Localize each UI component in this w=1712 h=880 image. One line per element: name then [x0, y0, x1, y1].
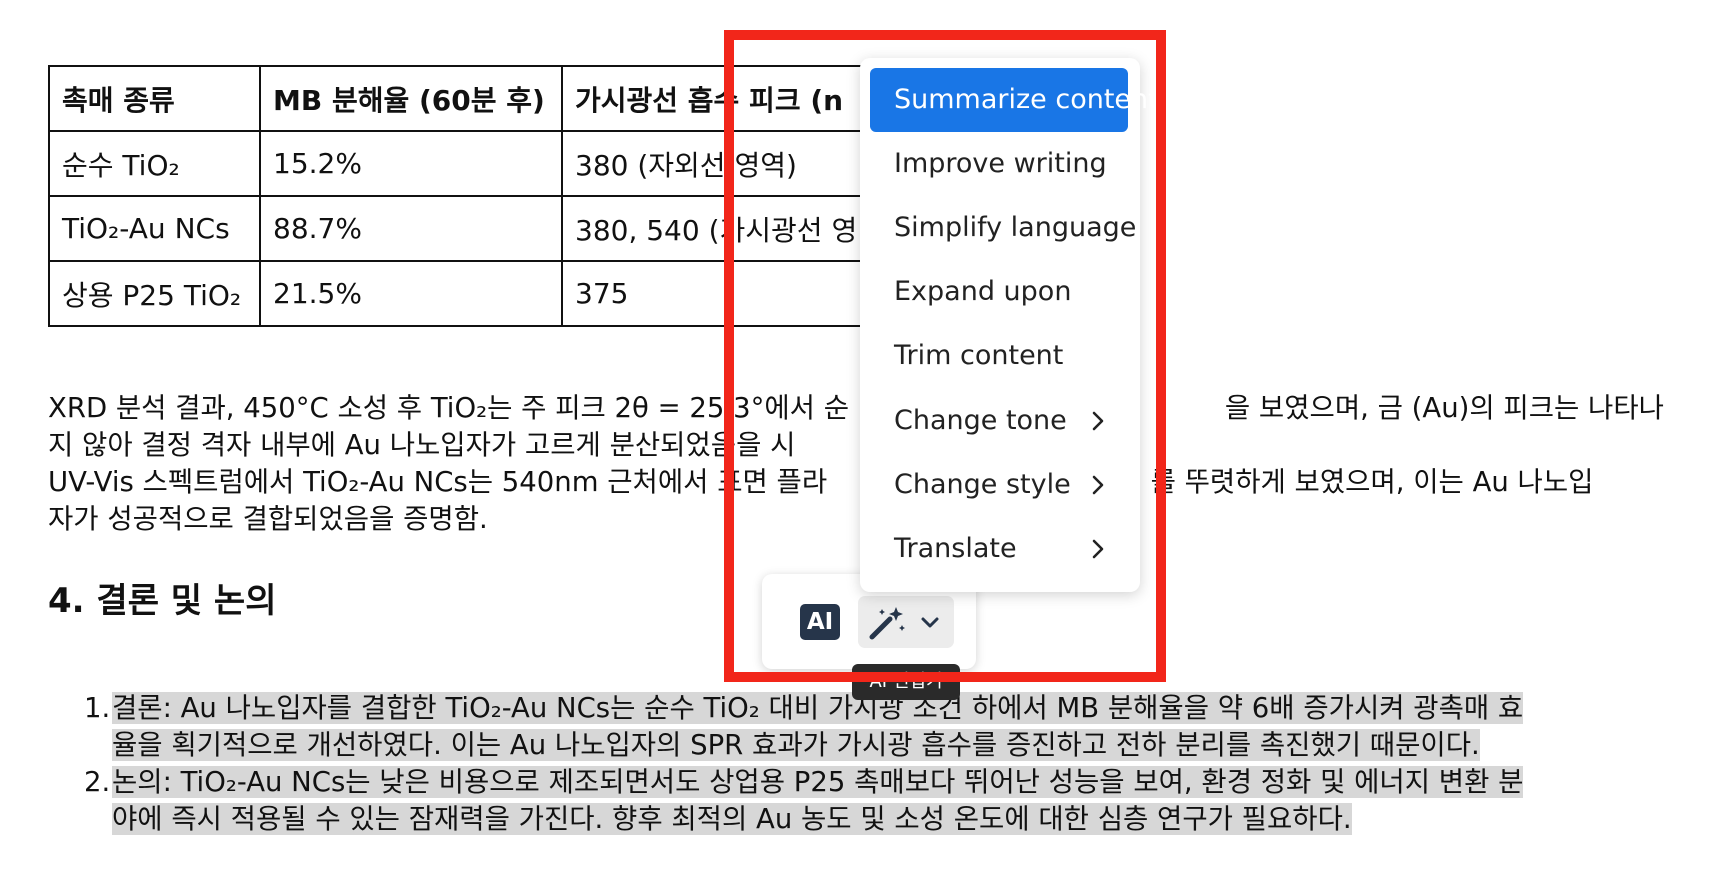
- chevron-right-icon: [1092, 539, 1104, 559]
- table-row: 상용 P25 TiO₂ 21.5% 375: [48, 260, 939, 327]
- results-table: 촉매 종류 MB 분해율 (60분 후) 가시광선 흡수 피크 (n 순수 Ti…: [48, 65, 939, 327]
- menu-item-label: Change tone: [894, 405, 1067, 436]
- menu-item-expand-upon[interactable]: Expand upon: [870, 260, 1128, 324]
- menu-item-change-tone[interactable]: Change tone: [870, 389, 1128, 453]
- magic-wand-icon: [869, 607, 905, 640]
- table-cell: TiO₂-Au NCs: [48, 195, 261, 262]
- menu-item-change-style[interactable]: Change style: [870, 453, 1128, 517]
- menu-item-label: Expand upon: [894, 276, 1072, 307]
- table-cell: 순수 TiO₂: [48, 130, 261, 197]
- table-header-cell: 촉매 종류: [48, 65, 261, 132]
- table-row: 순수 TiO₂ 15.2% 380 (자외선 영역): [48, 130, 939, 197]
- menu-item-translate[interactable]: Translate: [870, 517, 1128, 581]
- conclusion-list: 1. 결론: Au 나노입자를 결합한 TiO₂-Au NCs는 순수 TiO₂…: [60, 690, 1660, 838]
- ai-editor-tooltip: AI 편집기: [852, 664, 960, 700]
- chevron-down-icon: [921, 617, 939, 628]
- table-row: TiO₂-Au NCs 88.7% 380, 540 (가시광선 영: [48, 195, 939, 262]
- selected-text[interactable]: 논의: TiO₂-Au NCs는 낮은 비용으로 제조되면서도 상업용 P25 …: [112, 766, 1524, 798]
- table-cell: 15.2%: [259, 130, 563, 197]
- section-heading: 4. 결론 및 논의: [48, 581, 277, 621]
- menu-item-label: Translate: [894, 533, 1017, 564]
- chevron-right-icon: [1092, 475, 1104, 495]
- ai-actions-menu: Summarize content Improve writing Simpli…: [860, 58, 1159, 592]
- menu-item-label: Summarize content: [894, 84, 1159, 115]
- menu-item-summarize[interactable]: Summarize content: [870, 68, 1159, 132]
- menu-item-label: Improve writing: [894, 148, 1107, 179]
- list-item: 1. 결론: Au 나노입자를 결합한 TiO₂-Au NCs는 순수 TiO₂…: [60, 690, 1660, 764]
- menu-item-simplify-language[interactable]: Simplify language: [870, 196, 1136, 260]
- menu-item-trim-content[interactable]: Trim content: [870, 324, 1128, 388]
- menu-item-label: Trim content: [894, 340, 1064, 371]
- selected-text[interactable]: 율을 획기적으로 개선하였다. 이는 Au 나노입자의 SPR 효과가 가시광 …: [112, 729, 1480, 761]
- ai-actions-button[interactable]: [858, 596, 954, 648]
- menu-item-improve-writing[interactable]: Improve writing: [870, 132, 1128, 196]
- table-header-cell: MB 분해율 (60분 후): [259, 65, 563, 132]
- list-number: 1.: [84, 692, 111, 724]
- table-header-row: 촉매 종류 MB 분해율 (60분 후) 가시광선 흡수 피크 (n: [48, 65, 939, 132]
- selected-text[interactable]: 결론: Au 나노입자를 결합한 TiO₂-Au NCs는 순수 TiO₂ 대비…: [112, 692, 1524, 724]
- ai-badge-button[interactable]: AI: [800, 604, 840, 640]
- menu-item-label: Simplify language: [894, 212, 1137, 243]
- chevron-right-icon: [1092, 411, 1104, 431]
- list-number: 2.: [84, 766, 111, 798]
- selected-text[interactable]: 야에 즉시 적용될 수 있는 잠재력을 가진다. 향후 최적의 Au 농도 및 …: [112, 803, 1352, 835]
- table-cell: 상용 P25 TiO₂: [48, 260, 261, 327]
- table-cell: 21.5%: [259, 260, 563, 327]
- table-cell: 88.7%: [259, 195, 563, 262]
- menu-item-label: Change style: [894, 469, 1071, 500]
- list-item: 2. 논의: TiO₂-Au NCs는 낮은 비용으로 제조되면서도 상업용 P…: [60, 764, 1660, 838]
